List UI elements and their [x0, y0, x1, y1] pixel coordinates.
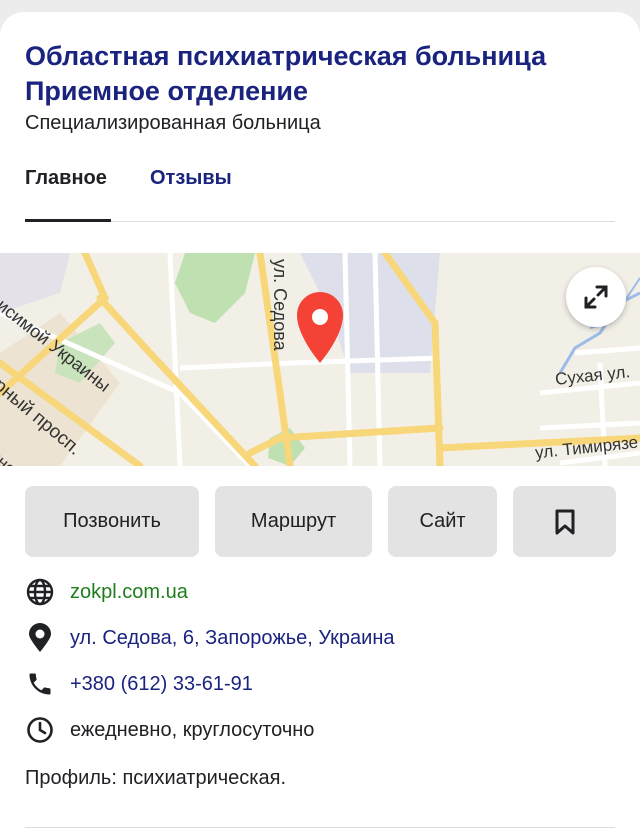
phone-row[interactable]: +380 (612) 33-61-91	[25, 669, 253, 699]
hours-row[interactable]: ежедневно, круглосуточно	[25, 715, 314, 745]
phone-icon	[25, 669, 55, 699]
website-link[interactable]: zokpl.com.ua	[70, 581, 188, 604]
map-expand-button[interactable]	[566, 267, 626, 327]
hours-text: ежедневно, круглосуточно	[70, 718, 315, 741]
call-button[interactable]: Позвонить	[25, 486, 199, 557]
profile-text: Профиль: психиатрическая.	[25, 767, 287, 789]
tab-bar: Главное Отзывы	[25, 162, 615, 222]
place-category: Специализированная больница	[25, 112, 321, 134]
expand-arrows-icon	[584, 285, 608, 309]
phone-link[interactable]: +380 (612) 33-61-91	[70, 673, 253, 696]
clock-icon	[25, 715, 55, 745]
map-canvas	[0, 253, 640, 466]
map-label-sedova: ул. Седова	[270, 259, 290, 351]
map-preview[interactable]: ул. Седова ависимой Украины орный просп.…	[0, 253, 640, 466]
tab-reviews[interactable]: Отзывы	[150, 167, 232, 190]
route-button[interactable]: Маршрут	[215, 486, 372, 557]
address-row[interactable]: ул. Седова, 6, Запорожье, Украина	[25, 623, 395, 653]
globe-icon	[25, 577, 55, 607]
website-row[interactable]: zokpl.com.ua	[25, 577, 188, 607]
place-card: Областная психиатрическая больница Прием…	[0, 12, 640, 834]
active-tab-indicator	[25, 219, 111, 222]
address-link[interactable]: ул. Седова, 6, Запорожье, Украина	[70, 627, 395, 650]
location-pin-icon	[25, 623, 55, 653]
place-title: Областная психиатрическая больница Прием…	[25, 41, 547, 106]
tab-main[interactable]: Главное	[25, 167, 107, 190]
bookmark-icon	[555, 509, 574, 534]
site-button[interactable]: Сайт	[388, 486, 497, 557]
bookmark-button[interactable]	[513, 486, 616, 557]
divider	[25, 827, 615, 828]
